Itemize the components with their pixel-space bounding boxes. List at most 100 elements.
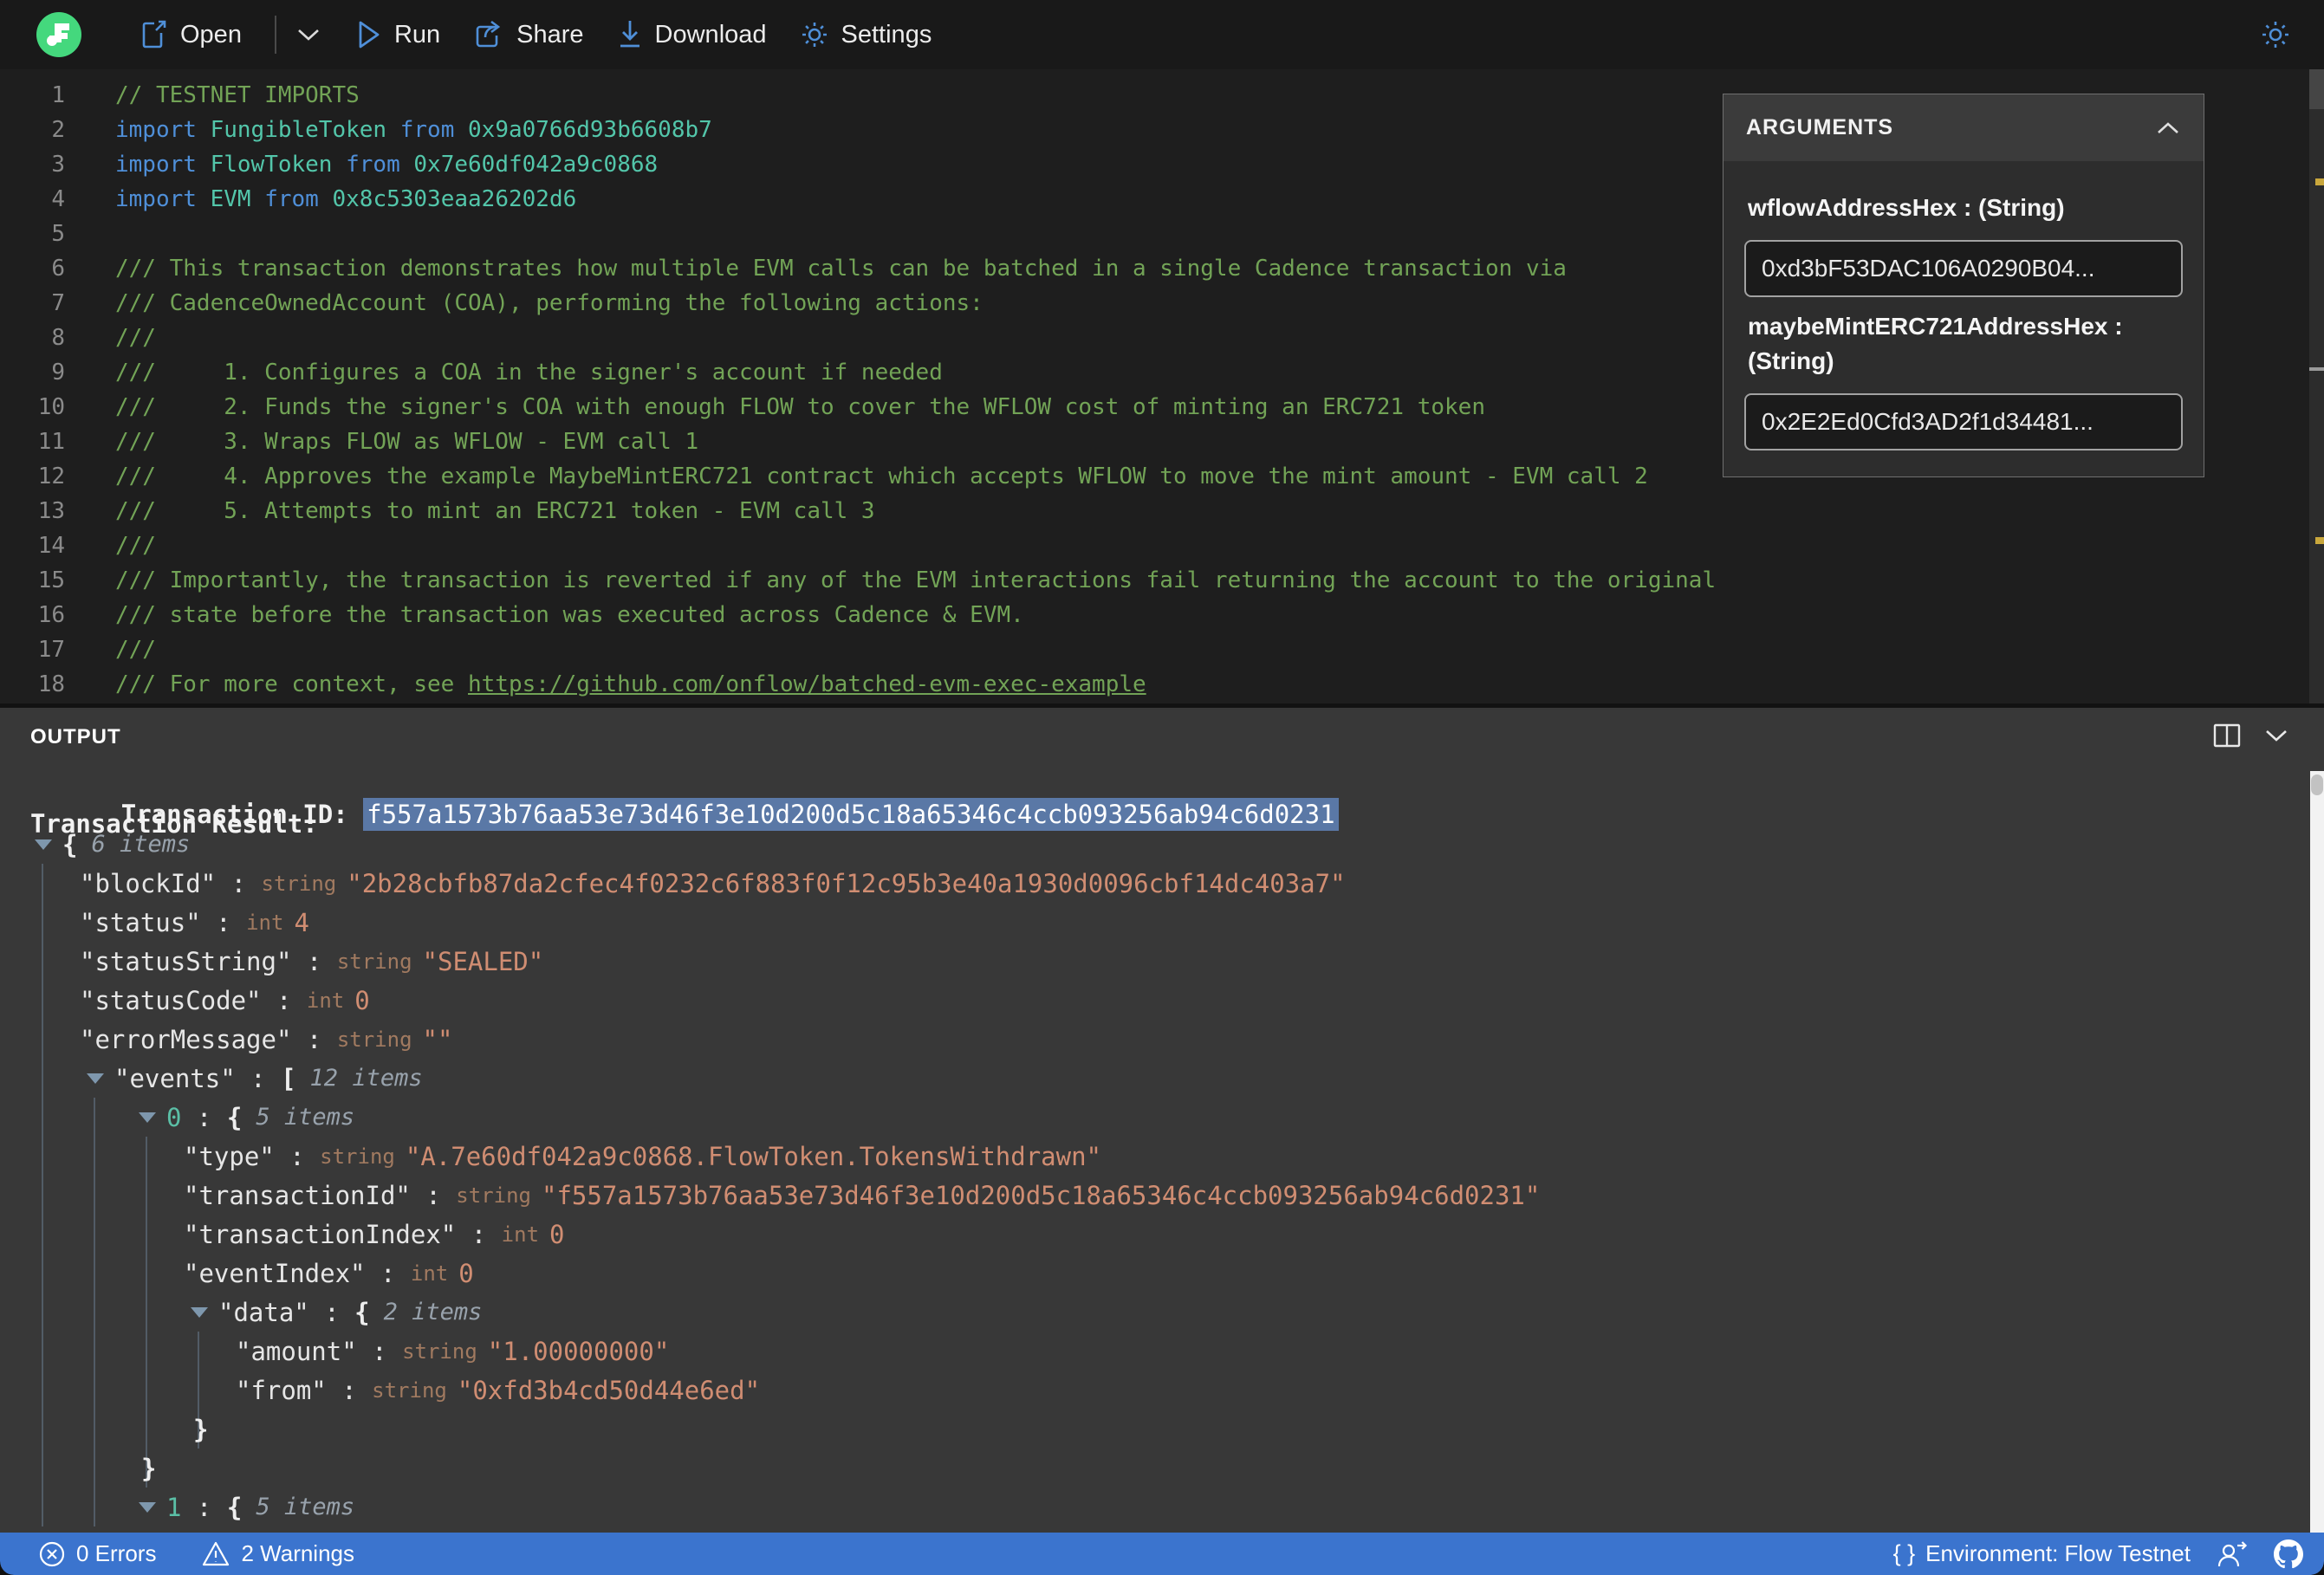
play-icon [356,20,382,49]
line-number: 13 [37,498,65,524]
code-line[interactable]: 18 /// For more context, see https://gith… [0,667,2307,702]
code-token: /// This transaction demonstrates how mu… [115,256,1567,282]
collapse-triangle-icon[interactable] [139,1112,156,1123]
environment-status[interactable]: { } Environment: Flow Testnet [1893,1540,2191,1567]
json-row: 0 : {5 items [0,1098,2308,1137]
json-val: "1.00000000" [487,1336,670,1366]
editor-scrollbar[interactable] [2309,69,2324,703]
json-row: "statusCode" : int 0 [0,981,2308,1020]
code-line[interactable]: 14 /// [0,528,2307,563]
json-colon: : [326,1375,373,1405]
json-val: 0 [354,985,370,1015]
collapse-triangle-icon[interactable] [35,839,52,850]
output-scrollbar[interactable] [2310,771,2324,1533]
json-colon: : [308,1297,355,1327]
code-token: from [346,152,414,178]
json-row: {6 items [0,825,2308,864]
code-link[interactable]: https://github.com/onflow/batched-evm-ex… [468,671,1146,697]
json-colon: : [261,985,307,1015]
code-line[interactable]: 15 /// Importantly, the transaction is re… [0,563,2307,598]
json-row: "events" : [12 items [0,1059,2308,1098]
code-token: /// state before the transaction was exe… [115,602,1024,628]
run-label: Run [393,20,441,49]
json-type: int [501,1222,540,1247]
json-key: "from" [236,1375,327,1405]
run-button[interactable]: Run [356,20,440,49]
share-icon [473,20,504,49]
code-token: /// [115,637,156,663]
line-number: 11 [37,429,65,455]
code-token: import [115,117,211,143]
warnings-label: 2 Warnings [241,1540,355,1566]
json-idx: 1 [166,1492,182,1522]
open-label: Open [180,20,242,49]
output-scrollbar-thumb[interactable] [2311,775,2323,795]
share-button[interactable]: Share [473,20,584,49]
theme-toggle-sun-icon[interactable] [2260,19,2291,50]
argument-label: wflowAddressHex : (String) [1748,194,2065,221]
code-line[interactable]: 13 /// 5. Attempts to mint an ERC721 toke… [0,494,2307,528]
json-key: "statusString" [80,946,292,976]
argument-input-maybemint[interactable] [1744,392,2183,450]
warning-triangle-icon [201,1540,230,1568]
settings-button[interactable]: Settings [800,20,932,49]
json-colon: : [410,1180,457,1210]
collapse-triangle-icon[interactable] [87,1073,104,1084]
json-row: "status" : int 4 [0,903,2308,942]
json-val: 0 [549,1219,565,1249]
code-token: 0x8c5303eaa26202d6 [332,186,577,212]
line-number: 6 [51,256,65,282]
code-line[interactable]: 16 /// state before the transaction was e… [0,598,2307,632]
code-line[interactable]: 17 /// [0,632,2307,667]
warning-annotation-mark [2315,537,2324,544]
collapse-chevron-up-icon[interactable] [2155,121,2181,135]
json-type: int [306,988,345,1013]
collapse-triangle-icon[interactable] [191,1307,208,1318]
code-token: import [115,152,211,178]
json-val: "f557a1573b76aa53e73d46f3e10d200d5c18a65… [542,1180,1541,1210]
json-val: "A.7e60df042a9c0868.FlowToken.TokensWith… [405,1141,1101,1171]
json-type: string [320,1144,395,1169]
arguments-panel-header[interactable]: ARGUMENTS [1724,94,2204,161]
json-key: "data" [218,1297,309,1327]
app-window: Open Run Share Download Settings 1 // TE… [0,0,2324,1575]
flow-logo-icon[interactable] [36,12,81,57]
json-colon: : [181,1102,227,1132]
code-token: /// 5. Attempts to mint an ERC721 token … [115,498,875,524]
code-token: /// For more context, see [115,671,468,697]
json-key: "errorMessage" [80,1024,292,1054]
collapse-triangle-icon[interactable] [139,1502,156,1513]
warnings-status[interactable]: 2 Warnings [201,1540,354,1568]
settings-label: Settings [841,20,932,49]
errors-status[interactable]: 0 Errors [38,1540,156,1568]
split-view-icon[interactable] [2213,723,2241,748]
open-dropdown-chevron-icon[interactable] [295,27,321,42]
error-circle-icon [38,1540,66,1568]
gear-icon [800,20,829,49]
open-button[interactable]: Open [140,20,242,49]
line-number: 2 [51,117,65,143]
errors-label: 0 Errors [76,1540,157,1566]
json-colon: : [181,1492,227,1522]
json-row: "transactionIndex" : int 0 [0,1215,2308,1254]
line-number: 1 [51,82,65,108]
code-token: FungibleToken [210,117,400,143]
json-val: 0 [458,1258,474,1288]
collapse-output-chevron-icon[interactable] [2263,728,2289,743]
download-label: Download [654,20,767,49]
json-colon: : [356,1336,403,1366]
json-colon: : [200,907,247,937]
json-key: "eventIndex" [184,1258,366,1288]
github-icon[interactable] [2274,1539,2303,1569]
code-token: /// [115,533,156,559]
line-number: 12 [37,463,65,489]
json-brace: { [62,829,78,859]
download-button[interactable]: Download [617,19,767,50]
feedback-person-icon[interactable] [2217,1540,2248,1568]
json-colon: : [216,868,262,898]
argument-input-wflow[interactable] [1744,239,2183,297]
warning-annotation-mark [2315,178,2324,185]
overview-mark [2309,367,2324,371]
editor-scrollbar-thumb[interactable] [2309,69,2324,109]
json-row: "type" : string"A.7e60df042a9c0868.FlowT… [0,1526,2308,1533]
